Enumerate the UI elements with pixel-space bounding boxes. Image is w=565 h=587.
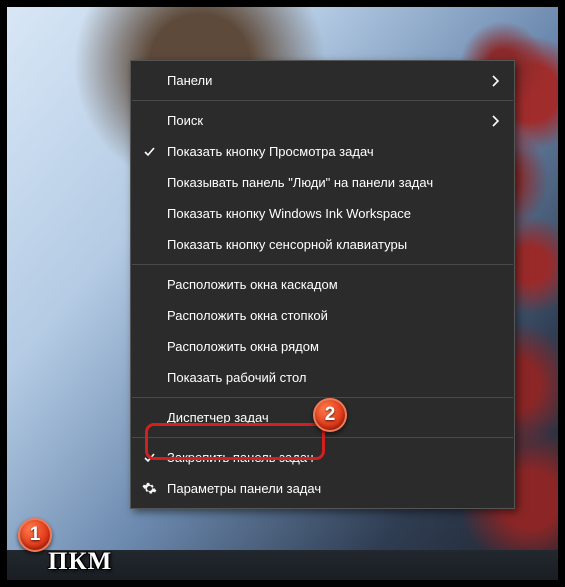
menu-item-taskbar-settings[interactable]: Параметры панели задач — [131, 473, 514, 504]
chevron-right-icon — [492, 75, 500, 87]
menu-label: Показывать панель "Люди" на панели задач — [167, 175, 500, 190]
menu-item-show-people[interactable]: Показывать панель "Люди" на панели задач — [131, 167, 514, 198]
chevron-right-icon — [492, 115, 500, 127]
menu-label: Показать кнопку сенсорной клавиатуры — [167, 237, 500, 252]
menu-item-toolbars[interactable]: Панели — [131, 65, 514, 96]
menu-item-show-ink-workspace[interactable]: Показать кнопку Windows Ink Workspace — [131, 198, 514, 229]
menu-label: Расположить окна рядом — [167, 339, 500, 354]
check-icon — [131, 451, 167, 464]
menu-item-task-manager[interactable]: Диспетчер задач — [131, 402, 514, 433]
check-icon — [131, 145, 167, 158]
menu-item-show-desktop[interactable]: Показать рабочий стол — [131, 362, 514, 393]
menu-item-search[interactable]: Поиск — [131, 105, 514, 136]
menu-label: Диспетчер задач — [167, 410, 500, 425]
menu-label: Расположить окна каскадом — [167, 277, 500, 292]
menu-label: Панели — [167, 73, 492, 88]
menu-label: Закрепить панель задач — [167, 450, 500, 465]
taskbar-context-menu: Панели Поиск Показать кнопку Просмотра з… — [130, 60, 515, 509]
menu-item-cascade-windows[interactable]: Расположить окна каскадом — [131, 269, 514, 300]
menu-item-stack-windows[interactable]: Расположить окна стопкой — [131, 300, 514, 331]
menu-separator — [132, 437, 513, 438]
menu-item-show-task-view[interactable]: Показать кнопку Просмотра задач — [131, 136, 514, 167]
menu-separator — [132, 264, 513, 265]
taskbar[interactable] — [7, 550, 558, 580]
menu-label: Поиск — [167, 113, 492, 128]
menu-label: Показать кнопку Просмотра задач — [167, 144, 500, 159]
menu-label: Показать кнопку Windows Ink Workspace — [167, 206, 500, 221]
menu-separator — [132, 397, 513, 398]
menu-separator — [132, 100, 513, 101]
menu-label: Показать рабочий стол — [167, 370, 500, 385]
menu-item-side-by-side[interactable]: Расположить окна рядом — [131, 331, 514, 362]
menu-item-lock-taskbar[interactable]: Закрепить панель задач — [131, 442, 514, 473]
menu-item-show-touch-keyboard[interactable]: Показать кнопку сенсорной клавиатуры — [131, 229, 514, 260]
menu-label: Расположить окна стопкой — [167, 308, 500, 323]
gear-icon — [131, 481, 167, 496]
menu-label: Параметры панели задач — [167, 481, 500, 496]
